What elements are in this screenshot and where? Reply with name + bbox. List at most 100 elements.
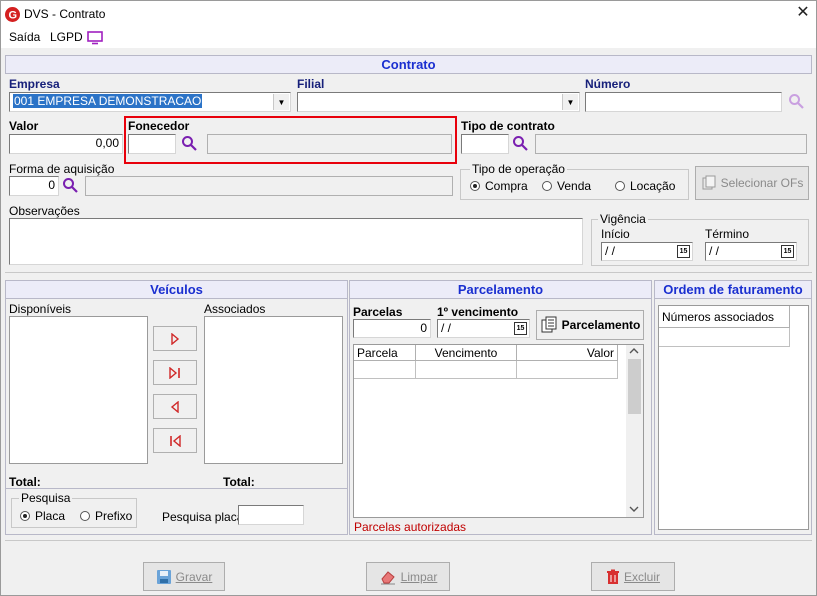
- menu-item-saida[interactable]: Saída: [9, 30, 40, 44]
- radio-locacao-label: Locação: [630, 179, 676, 193]
- forma-aquisicao-code-input[interactable]: 0: [9, 176, 59, 196]
- parcelamento-button[interactable]: Parcelamento: [536, 310, 644, 340]
- vencimento-value: / /: [441, 321, 452, 335]
- parcelas-autorizadas-note: Parcelas autorizadas: [354, 520, 467, 534]
- search-icon[interactable]: [512, 135, 529, 152]
- fornecedor-label: Fonecedor: [128, 119, 190, 133]
- termino-value: / /: [709, 244, 720, 258]
- inicio-value: / /: [605, 244, 616, 258]
- empresa-select[interactable]: 001 EMPRESA DEMONSTRACAO ▼: [9, 92, 291, 112]
- radio-compra[interactable]: Compra: [470, 179, 528, 193]
- selecionar-ofs-button[interactable]: Selecionar OFs: [695, 166, 809, 200]
- title-bar: [0, 0, 817, 29]
- tipo-contrato-code-input[interactable]: [461, 134, 509, 154]
- valor-input[interactable]: 0,00: [9, 134, 123, 154]
- radio-icon: [542, 181, 552, 191]
- menu-bar: [0, 29, 817, 48]
- radio-placa[interactable]: Placa: [20, 509, 65, 523]
- calendar-icon[interactable]: 15: [514, 322, 527, 335]
- radio-venda[interactable]: Venda: [542, 179, 591, 193]
- calendar-icon[interactable]: 15: [781, 245, 794, 258]
- arrow-left-icon: [170, 400, 179, 413]
- radio-icon: [20, 511, 30, 521]
- inicio-label: Início: [601, 227, 630, 241]
- radio-prefixo[interactable]: Prefixo: [80, 509, 132, 523]
- ordem-header: Ordem de faturamento: [654, 280, 812, 299]
- parcelas-input[interactable]: 0: [353, 319, 431, 338]
- move-left-button[interactable]: [153, 394, 197, 419]
- search-icon[interactable]: [788, 93, 805, 110]
- chevron-down-icon[interactable]: ▼: [273, 94, 289, 110]
- radio-compra-label: Compra: [485, 179, 528, 193]
- move-all-left-button[interactable]: [153, 428, 197, 453]
- scroll-up-icon[interactable]: [628, 347, 640, 355]
- documents-icon: [702, 175, 716, 190]
- associados-list[interactable]: [204, 316, 343, 464]
- gravar-label: Gravar: [175, 569, 213, 584]
- search-icon[interactable]: [181, 135, 198, 152]
- scroll-thumb[interactable]: [628, 359, 641, 414]
- trash-icon: [606, 569, 619, 584]
- close-icon[interactable]: ✕: [794, 4, 812, 22]
- scroll-down-icon[interactable]: [628, 505, 640, 513]
- move-right-button[interactable]: [153, 326, 197, 351]
- excluir-button[interactable]: Excluir: [591, 562, 675, 591]
- radio-venda-label: Venda: [557, 179, 592, 193]
- arrow-left-end-icon: [170, 434, 181, 447]
- section-divider: [5, 272, 812, 273]
- monitor-icon[interactable]: [87, 31, 103, 45]
- valor-label: Valor: [9, 119, 39, 133]
- search-icon[interactable]: [62, 177, 79, 194]
- termino-date-input[interactable]: / / 15: [705, 242, 797, 261]
- pesquisa-label: Pesquisa: [19, 491, 73, 505]
- selecionar-ofs-label: Selecionar OFs: [720, 176, 804, 190]
- grid-cell[interactable]: [354, 361, 416, 379]
- move-all-right-button[interactable]: [153, 360, 197, 385]
- inicio-date-input[interactable]: / / 15: [601, 242, 693, 261]
- forma-aquisicao-label: Forma de aquisição: [9, 162, 115, 176]
- limpar-button[interactable]: Limpar: [366, 562, 450, 591]
- radio-locacao[interactable]: Locação: [615, 179, 675, 193]
- grid-header-vencimento[interactable]: Vencimento: [416, 345, 517, 361]
- pesquisa-placa-label: Pesquisa placa: [162, 510, 244, 524]
- vencimento-date-input[interactable]: / / 15: [437, 319, 530, 338]
- excluir-label: Excluir: [623, 569, 660, 584]
- radio-prefixo-label: Prefixo: [95, 509, 133, 523]
- vigencia-label: Vigência: [598, 212, 648, 226]
- tipo-operacao-label: Tipo de operação: [470, 162, 567, 176]
- observacoes-textarea[interactable]: [9, 218, 583, 265]
- radio-icon: [80, 511, 90, 521]
- parcelas-grid[interactable]: Parcela Vencimento Valor: [353, 344, 644, 518]
- ordem-grid[interactable]: Números associados: [658, 305, 809, 530]
- numero-label: Número: [585, 77, 631, 91]
- vertical-scrollbar[interactable]: [626, 345, 643, 517]
- grid-header-parcela[interactable]: Parcela: [354, 345, 416, 361]
- calendar-icon[interactable]: 15: [677, 245, 690, 258]
- contrato-header: Contrato: [5, 55, 812, 74]
- grid-header-valor[interactable]: Valor: [517, 345, 618, 361]
- empresa-selected-value: 001 EMPRESA DEMONSTRACAO: [13, 94, 203, 108]
- menu-item-lgpd[interactable]: LGPD: [50, 30, 83, 44]
- app-logo-icon: G: [5, 7, 20, 22]
- radio-icon: [470, 181, 480, 191]
- numero-input[interactable]: [585, 92, 782, 112]
- grid-cell[interactable]: [416, 361, 517, 379]
- filial-select[interactable]: ▼: [297, 92, 580, 112]
- eraser-icon: [380, 570, 395, 584]
- forma-aquisicao-name-field: [85, 176, 453, 196]
- grid-cell[interactable]: [517, 361, 618, 379]
- pesquisa-placa-input[interactable]: [238, 505, 304, 525]
- grid-cell[interactable]: [659, 328, 790, 347]
- parcelas-label: Parcelas: [353, 305, 403, 319]
- disponiveis-list[interactable]: [9, 316, 148, 464]
- footer-divider: [5, 540, 812, 541]
- arrow-right-icon: [171, 332, 180, 345]
- radio-icon: [615, 181, 625, 191]
- fornecedor-code-input[interactable]: [128, 134, 176, 154]
- grid-header-numeros[interactable]: Números associados: [659, 306, 790, 328]
- gravar-button[interactable]: Gravar: [143, 562, 225, 591]
- limpar-label: Limpar: [400, 569, 438, 584]
- chevron-down-icon[interactable]: ▼: [562, 94, 578, 110]
- filial-label: Filial: [297, 77, 325, 91]
- total-associados-label: Total:: [223, 475, 255, 489]
